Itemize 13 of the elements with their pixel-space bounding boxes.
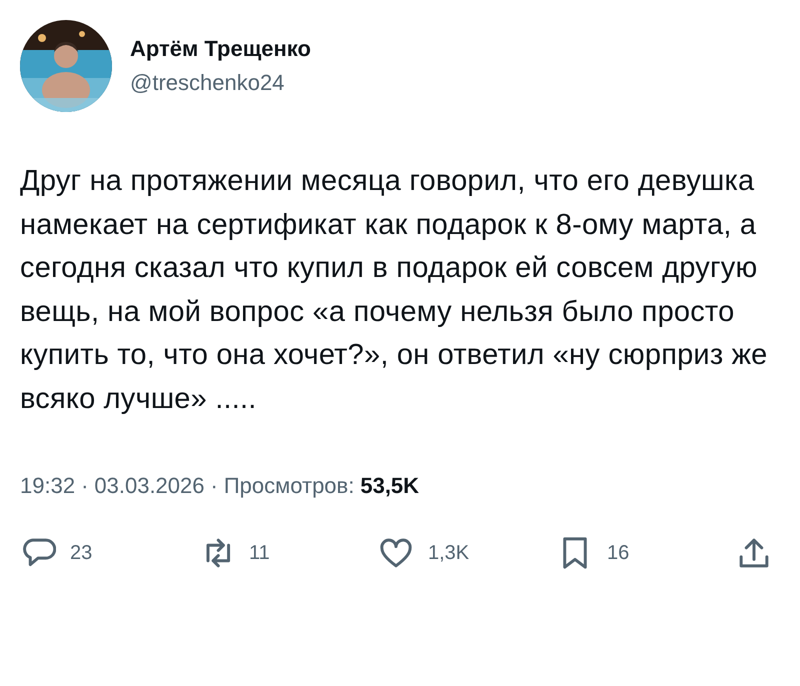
post-time[interactable]: 19:32 xyxy=(20,473,76,499)
views-count: 53,5K xyxy=(360,473,420,499)
separator-dot: · xyxy=(210,473,218,499)
action-count: 11 xyxy=(249,542,270,564)
post-date[interactable]: 03.03.2026 xyxy=(94,473,204,499)
author-name[interactable]: Артём Трещенко xyxy=(130,36,311,62)
action-count: 16 xyxy=(607,542,630,564)
post-text: Друг на протяжении месяца говорил, что его девушка намекает на сертификат как подарок к 8-ому марта, а сегодня сказал что купил в подарок ей совсем другую вещь, на мой вопрос «а почему нельзя было просто купить то, что она хочет?», он ответил «ну сюрприз же всяко лучше» ..... xyxy=(20,164,769,416)
views-label: Просмотров: xyxy=(224,473,354,499)
action-count: 1,3K xyxy=(428,542,470,564)
author-handle[interactable]: @treschenko24 xyxy=(130,70,311,96)
action-count: 23 xyxy=(70,542,92,564)
separator-dot: · xyxy=(81,473,88,499)
